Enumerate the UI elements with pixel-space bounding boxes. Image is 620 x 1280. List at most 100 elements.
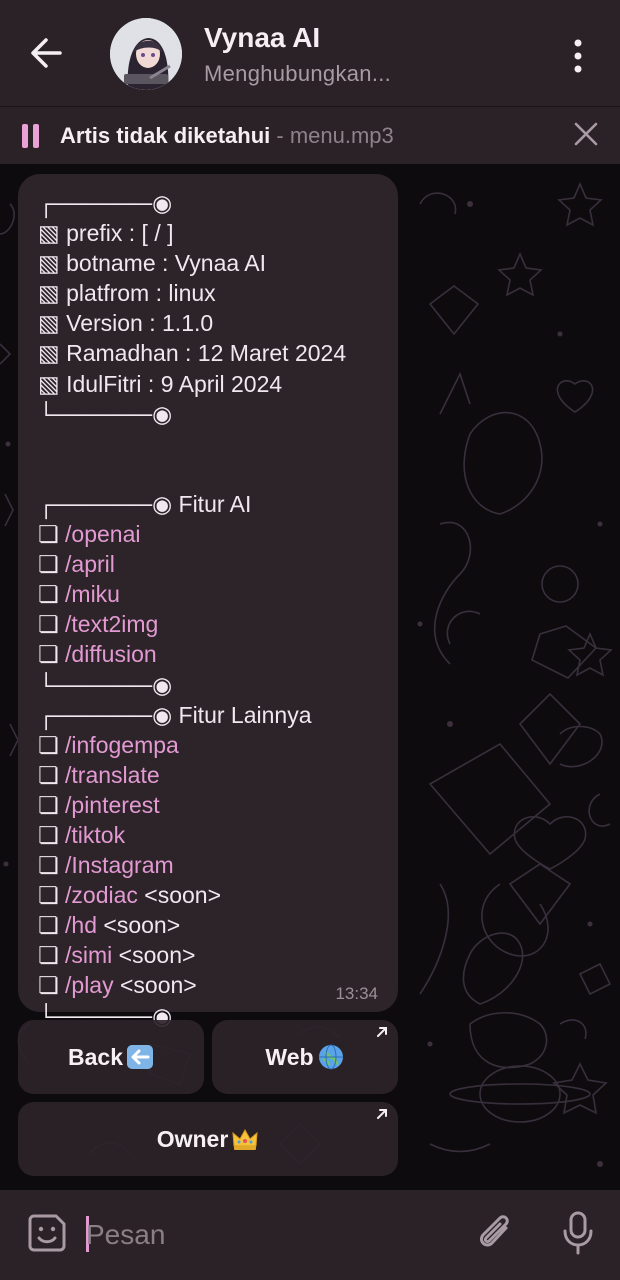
bot-command-link[interactable]: /diffusion: [65, 641, 157, 667]
bot-command-link[interactable]: /infogempa: [65, 732, 179, 758]
paperclip-icon[interactable]: [476, 1212, 516, 1254]
message-timestamp: 13:34: [335, 984, 378, 1003]
message-line: ❏ /april: [38, 549, 346, 579]
audio-artist: Artis tidak diketahui: [60, 123, 271, 148]
back-button[interactable]: Back: [18, 1020, 204, 1094]
message-line: [38, 429, 346, 459]
message-line: ❏ /translate: [38, 760, 346, 790]
message-text: ❏: [38, 731, 66, 758]
owner-button[interactable]: Owner: [18, 1102, 398, 1176]
message-text: ▧ Version : 1.1.0: [38, 310, 214, 337]
external-link-icon: [377, 1109, 387, 1119]
audio-player-bar[interactable]: Artis tidak diketahui - menu.mp3: [0, 106, 620, 165]
message-line: ❏ /Instagram: [38, 850, 346, 880]
more-options-icon[interactable]: [562, 36, 594, 76]
pause-icon[interactable]: [22, 124, 40, 148]
bot-command-link[interactable]: /miku: [65, 581, 120, 607]
chat-area[interactable]: ┌──────◉ ▧ prefix : [ / ] ▧ botname : Vyna…: [0, 164, 620, 1190]
close-icon[interactable]: [572, 120, 600, 148]
message-text: ┌──────◉ Fitur AI: [38, 490, 252, 517]
message-text: ❏: [38, 852, 66, 879]
bot-menu-message[interactable]: ┌──────◉ ▧ prefix : [ / ] ▧ botname : Vyna…: [38, 188, 346, 1031]
message-line: ❏ /infogempa: [38, 730, 346, 760]
message-line: ❏ /miku: [38, 579, 346, 609]
message-line: ❏ /zodiac <soon>: [38, 880, 346, 910]
back-arrow-icon[interactable]: [22, 30, 72, 76]
message-line: ▧ IdulFitri : 9 April 2024: [38, 369, 346, 399]
back-button-label: Back: [68, 1043, 123, 1070]
bot-command-link[interactable]: /simi: [65, 942, 112, 968]
message-text: <soon>: [113, 972, 197, 999]
chat-header: Vynaa AI Menghubungkan...: [0, 0, 620, 106]
message-text: <soon>: [137, 882, 222, 909]
message-text: ❏: [38, 581, 66, 608]
message-line: ❏ /simi <soon>: [38, 940, 346, 970]
message-input[interactable]: [84, 1212, 448, 1258]
bot-command-link[interactable]: /april: [65, 551, 115, 577]
message-line: ▧ Ramadhan : 12 Maret 2024: [38, 338, 346, 368]
message-line: └──────◉: [38, 670, 346, 700]
message-line: ▧ platfrom : linux: [38, 278, 346, 308]
message-text: ┌──────◉: [38, 190, 173, 216]
message-line: ┌──────◉ Fitur AI: [38, 489, 346, 519]
message-text: └──────◉: [38, 671, 173, 698]
message-text: ❏: [38, 551, 66, 578]
message-text: ▧ platfrom : linux: [38, 280, 216, 307]
message-line: ❏ /pinterest: [38, 790, 346, 820]
sticker-emoji-icon[interactable]: [26, 1212, 68, 1254]
message-line: ┌──────◉: [38, 188, 346, 218]
bot-command-link[interactable]: /hd: [65, 912, 97, 938]
message-text: ❏: [38, 611, 66, 638]
audio-filename: - menu.mp3: [270, 123, 394, 148]
message-line: ┌──────◉ Fitur Lainnya: [38, 700, 346, 730]
message-line: ▧ prefix : [ / ]: [38, 218, 346, 248]
bot-command-link[interactable]: /openai: [65, 521, 140, 547]
crown-emoji-icon: [232, 1128, 258, 1150]
bot-command-link[interactable]: /translate: [65, 762, 160, 788]
bot-command-link[interactable]: /Instagram: [65, 852, 174, 878]
message-text: ❏: [38, 521, 66, 548]
message-line: [38, 459, 346, 489]
bot-command-link[interactable]: /text2img: [65, 611, 158, 637]
audio-track-info[interactable]: Artis tidak diketahui - menu.mp3: [60, 123, 394, 149]
bot-message-bubble[interactable]: ┌──────◉ ▧ prefix : [ / ] ▧ botname : Vyna…: [18, 174, 398, 1029]
message-line: ❏ /text2img: [38, 609, 346, 639]
message-text: ▧ botname : Vynaa AI: [38, 250, 267, 277]
message-text: ❏: [38, 912, 66, 939]
message-line: ▧ Version : 1.1.0: [38, 308, 346, 338]
message-text: ❏: [38, 641, 66, 668]
owner-button-label: Owner: [156, 1125, 229, 1152]
message-input-bar: [0, 1190, 620, 1280]
message-line: ❏ /diffusion: [38, 639, 346, 669]
message-line: ❏ /hd <soon>: [38, 910, 346, 940]
web-button-label: Web: [265, 1043, 314, 1070]
message-line: └──────◉: [38, 399, 346, 429]
bot-command-link[interactable]: /tiktok: [65, 822, 125, 848]
message-text: ❏: [38, 942, 66, 969]
chat-title[interactable]: Vynaa AI: [204, 22, 320, 54]
message-text: ❏: [38, 972, 66, 999]
bot-command-link[interactable]: /pinterest: [65, 792, 160, 818]
message-text: ❏: [38, 821, 66, 848]
message-line: ❏ /openai: [38, 519, 346, 549]
message-text: └──────◉: [38, 400, 173, 427]
message-text: ▧ prefix : [ / ]: [38, 220, 174, 247]
message-text: ▧ Ramadhan : 12 Maret 2024: [38, 340, 347, 367]
web-button[interactable]: Web: [212, 1020, 398, 1094]
microphone-icon[interactable]: [560, 1210, 596, 1256]
avatar[interactable]: [110, 18, 182, 90]
bot-command-link[interactable]: /play: [65, 972, 114, 998]
message-line: ❏ /tiktok: [38, 820, 346, 850]
message-line: ❏ /play <soon>: [38, 970, 346, 1000]
message-text: ❏: [38, 791, 66, 818]
message-text: <soon>: [112, 942, 196, 969]
message-line: ▧ botname : Vynaa AI: [38, 248, 346, 278]
left-arrow-emoji-icon: [126, 1045, 153, 1069]
message-text: ❏: [38, 882, 66, 909]
message-text: ❏: [38, 761, 66, 788]
bot-command-link[interactable]: /zodiac: [65, 882, 138, 908]
message-text: <soon>: [97, 912, 181, 939]
message-text: ▧ IdulFitri : 9 April 2024: [38, 370, 283, 397]
message-text: ┌──────◉ Fitur Lainnya: [38, 701, 312, 728]
external-link-icon: [377, 1027, 387, 1037]
